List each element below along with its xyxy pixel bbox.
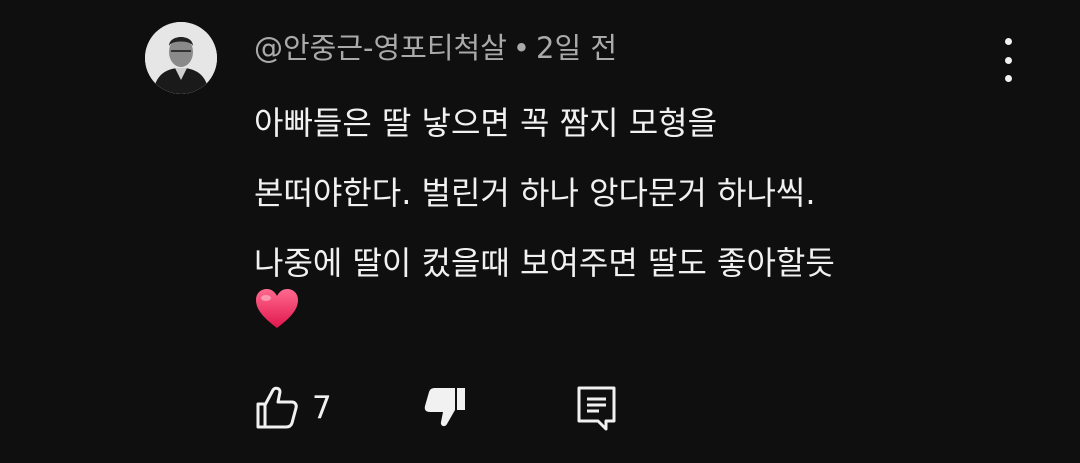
menu-dot [1004,75,1012,82]
comment-text-line: 나중에 딸이 컸을때 보여주면 딸도 좋아할듯 [254,244,835,282]
meta-separator: • [512,31,531,65]
reply-comment-icon[interactable] [574,384,620,432]
avatar[interactable] [145,22,217,94]
like-count: 7 [312,390,332,426]
comment-text-line: 아빠들은 딸 낳으면 꼭 짬지 모형을 [254,104,718,142]
thumbs-down-icon[interactable] [422,384,468,430]
comment-text-line: 본떠야한다. 벌린거 하나 앙다문거 하나씩. [254,174,816,212]
more-vert-icon[interactable] [990,38,1026,82]
comment-text: 아빠들은 딸 낳으면 꼭 짬지 모형을 본떠야한다. 벌린거 하나 앙다문거 하… [254,88,835,298]
heart-emoji-icon [256,289,298,328]
menu-dot [1004,56,1012,64]
comment-timestamp[interactable]: 2일 전 [536,31,617,65]
menu-dot [1004,38,1012,45]
comment-meta: @안중근-영포티척살 • 2일 전 [254,28,617,68]
author-name[interactable]: @안중근-영포티척살 [254,31,507,65]
thumbs-up-icon[interactable] [254,384,300,430]
